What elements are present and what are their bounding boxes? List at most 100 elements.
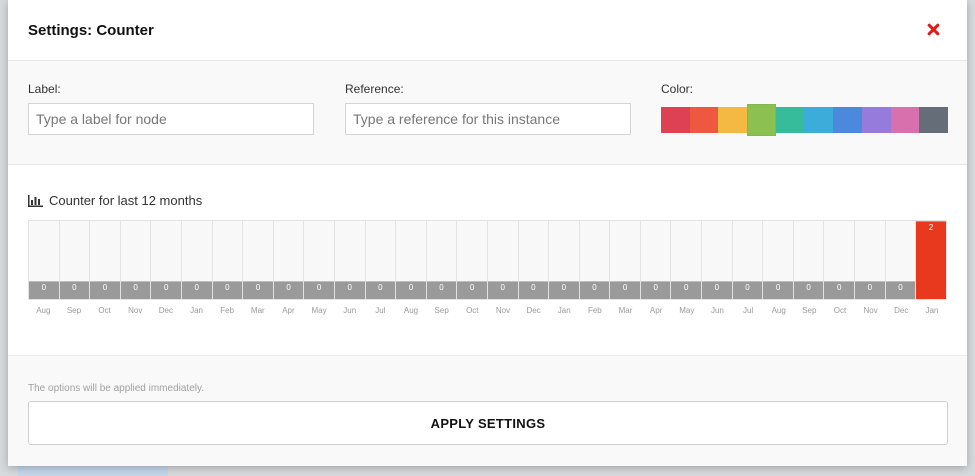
chart-bar[interactable]: 0 [610,281,640,299]
chart-bar[interactable]: 0 [120,281,151,299]
month-tick-label: Nov [863,306,878,315]
bar-value-label: 0 [439,283,444,292]
chart-column: 0 [396,221,427,299]
chart-bar[interactable]: 0 [793,281,824,299]
close-icon[interactable] [923,20,943,40]
chart-column: 0 [824,221,856,299]
color-swatch[interactable] [833,107,862,133]
chart-bar[interactable]: 0 [334,281,365,299]
month-tick-label: Jan [925,306,939,315]
color-swatch[interactable] [718,107,748,133]
bar-chart-icon [28,194,43,207]
chart-bars: 0 0 0 0 0 0 0 0 0 0 0 0 0 0 0 0 0 0 0 0 0 0 0 0 0 0 0 0 0 2 [28,220,947,300]
month-tick-label: May [679,306,695,315]
month-tick-label: Sep [802,306,817,315]
month-tick-label: Apr [282,306,295,315]
chart-bar[interactable]: 0 [29,281,59,299]
chart-bar[interactable]: 0 [702,281,732,299]
chart-column: 0 [549,221,580,299]
bar-value-label: 0 [684,283,689,292]
bar-value-label: 0 [316,283,322,292]
bar-value-label: 0 [745,283,750,292]
chart-title-row: Counter for last 12 months [28,193,202,208]
bar-value-label: 0 [561,283,567,292]
chart-bar[interactable]: 0 [90,281,120,299]
bar-value-label: 0 [408,283,414,292]
chart-bar[interactable]: 0 [549,281,579,299]
chart-bar[interactable]: 0 [273,281,304,299]
chart-bar[interactable]: 0 [855,281,885,299]
reference-field-label: Reference: [345,82,404,96]
chart-column: 0 [855,221,886,299]
chart-bar[interactable]: 0 [59,281,90,299]
color-swatch[interactable] [689,107,719,133]
chart-column: 0 [671,221,703,299]
bar-value-label: 0 [225,283,230,292]
settings-form: Label: Reference: Color: [8,61,967,165]
bar-value-label: 0 [72,283,77,292]
chart-column: 2 [916,221,946,299]
apply-settings-button[interactable]: APPLY SETTINGS [28,401,948,445]
chart-bar[interactable]: 0 [487,281,518,299]
bar-value-label: 0 [378,283,383,292]
chart-bar[interactable]: 0 [151,281,181,299]
bar-value-label: 0 [775,283,781,292]
chart-column: 0 [212,221,244,299]
chart-bar[interactable]: 0 [457,281,487,299]
bar-value-label: 2 [928,223,934,232]
color-swatch[interactable] [775,107,805,133]
bar-value-label: 0 [806,283,811,292]
chart-column: 0 [885,221,917,299]
chart-bar[interactable]: 0 [763,281,793,299]
color-swatch[interactable] [890,107,920,133]
chart-bar[interactable]: 0 [396,281,426,299]
month-tick-label: Mar [618,306,633,315]
month-tick-label: Dec [894,306,909,315]
color-swatch[interactable] [861,107,891,133]
month-tick-label: May [311,306,327,315]
modal-footer: The options will be applied immediately.… [8,356,967,466]
bar-value-label: 0 [714,283,720,292]
color-swatch[interactable] [804,107,834,133]
chart-column: 0 [151,221,182,299]
chart-column: 0 [487,221,519,299]
chart-bar[interactable]: 0 [824,281,855,299]
label-field-label: Label: [28,82,61,96]
month-tick-label: Aug [36,306,51,315]
bar-value-label: 0 [898,283,903,292]
chart-column: 0 [732,221,764,299]
chart-column: 0 [457,221,488,299]
month-tick-label: Feb [587,306,602,315]
color-swatch[interactable] [661,107,690,133]
chart-column: 0 [120,221,152,299]
chart-column: 0 [29,221,60,299]
bar-value-label: 0 [837,283,842,292]
chart-column: 0 [59,221,91,299]
chart-bar[interactable]: 0 [732,281,763,299]
chart-column: 0 [518,221,550,299]
chart-bar[interactable]: 2 [916,221,946,299]
color-swatch[interactable] [919,107,948,133]
label-input[interactable] [28,103,314,135]
chart-column: 0 [273,221,305,299]
chart-bar[interactable]: 0 [304,281,334,299]
chart-bar[interactable]: 0 [212,281,243,299]
bar-value-label: 0 [867,283,873,292]
chart-column: 0 [763,221,794,299]
chart-bar[interactable]: 0 [640,281,671,299]
chart-bar[interactable]: 0 [426,281,457,299]
color-swatch[interactable] [747,104,776,136]
chart-bar[interactable]: 0 [365,281,396,299]
reference-input[interactable] [345,103,631,135]
bar-value-label: 0 [622,283,628,292]
chart-bar[interactable]: 0 [579,281,610,299]
chart-x-axis: Aug Sep Oct Nov Dec Jan Feb Mar Apr May Jun Jul Aug S… [28,306,947,315]
chart-bar[interactable]: 0 [671,281,702,299]
chart-bar[interactable]: 0 [181,281,212,299]
month-tick-label: Jul [375,306,386,315]
bar-value-label: 0 [347,283,352,292]
chart-bar[interactable]: 0 [518,281,549,299]
color-picker [661,104,948,136]
chart-bar[interactable]: 0 [243,281,273,299]
chart-bar[interactable]: 0 [885,281,916,299]
